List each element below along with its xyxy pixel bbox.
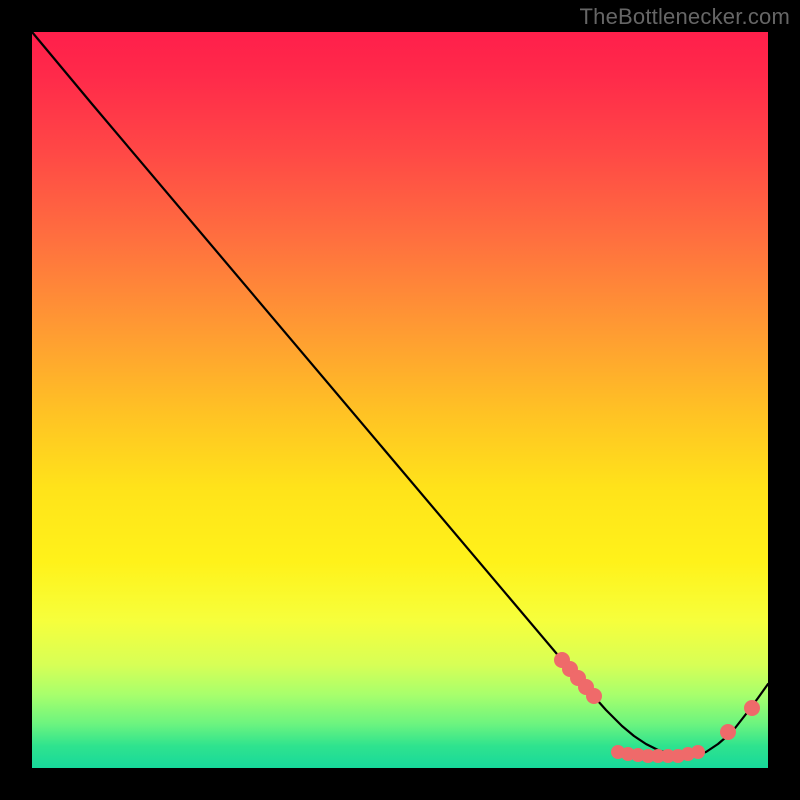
curve-svg: [32, 32, 768, 768]
data-marker: [586, 688, 602, 704]
data-marker: [691, 745, 705, 759]
bottleneck-curve: [32, 32, 768, 756]
watermark-text: TheBottlenecker.com: [580, 4, 790, 30]
data-marker: [720, 724, 736, 740]
data-marker: [744, 700, 760, 716]
chart-frame: TheBottlenecker.com: [0, 0, 800, 800]
plot-area: [32, 32, 768, 768]
